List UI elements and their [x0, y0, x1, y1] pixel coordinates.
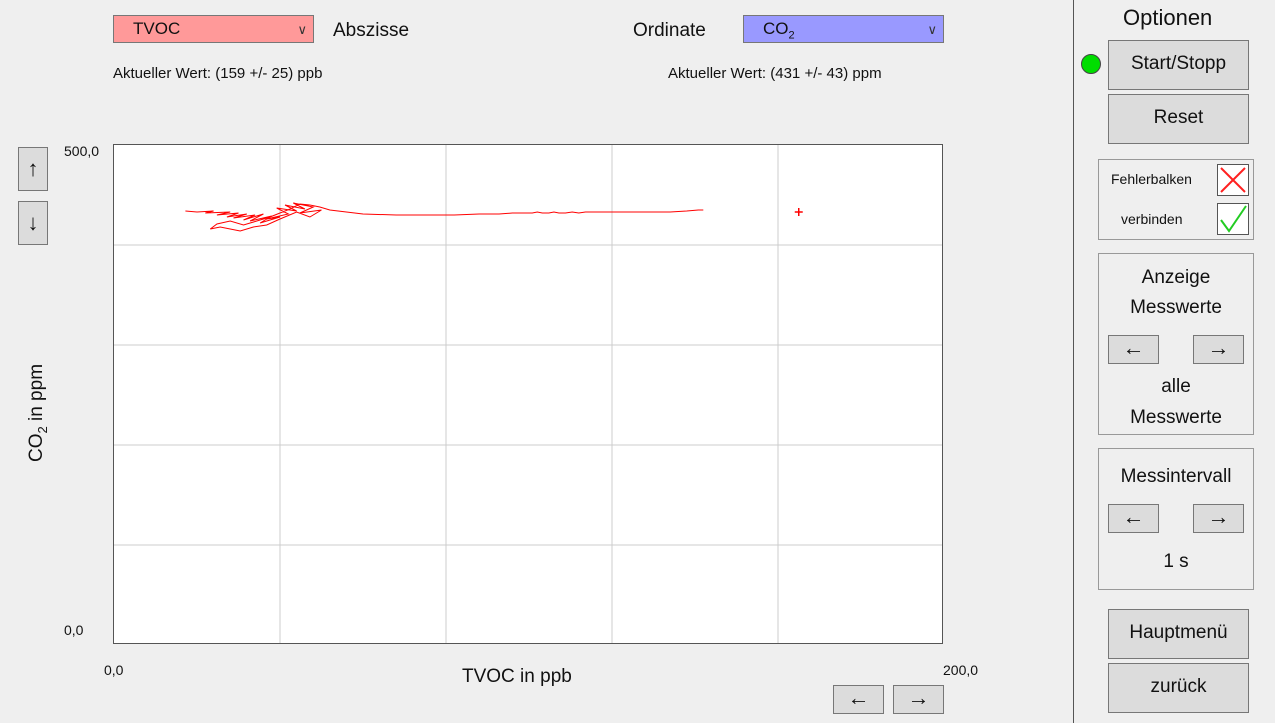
arrow-right-icon: →	[1207, 335, 1230, 360]
arrow-right-icon: →	[1207, 504, 1230, 529]
grid	[114, 145, 942, 643]
interval-prev-button[interactable]: ←	[1108, 504, 1159, 533]
back-button[interactable]: zurück	[1108, 663, 1249, 713]
y-axis-select-value: CO2	[763, 19, 795, 42]
display-next-button[interactable]: →	[1193, 335, 1244, 364]
last-point-marker	[794, 208, 803, 216]
error-bars-toggle[interactable]	[1217, 164, 1249, 196]
status-indicator	[1081, 54, 1101, 74]
x-axis-select-label: Abszisse	[333, 20, 410, 41]
connect-label: verbinden	[1121, 211, 1183, 227]
options-panel: Fehlerbalken verbinden	[1098, 159, 1254, 240]
sidebar-title: Optionen	[1123, 5, 1213, 30]
x-left-button[interactable]: ←	[833, 685, 884, 714]
cross-icon	[1220, 167, 1246, 193]
y-down-button[interactable]: ↓	[18, 201, 48, 245]
main-menu-button[interactable]: Hauptmenü	[1108, 609, 1249, 659]
reset-button[interactable]: Reset	[1108, 94, 1249, 144]
display-prev-button[interactable]: ←	[1108, 335, 1159, 364]
y-max-label: 500,0	[64, 143, 100, 159]
x-max-label: 200,0	[943, 662, 979, 678]
connect-toggle[interactable]	[1217, 203, 1249, 235]
x-axis-select-value: TVOC	[133, 19, 181, 38]
x-current-value: Aktueller Wert: (159 +/- 25) ppb	[113, 65, 323, 82]
y-up-button[interactable]: ↑	[18, 147, 48, 191]
display-value-1: alle	[1161, 376, 1191, 397]
interval-value: 1 s	[1163, 551, 1189, 572]
checkmark-icon	[1220, 205, 1247, 233]
interval-panel: Messintervall ← → 1 s	[1098, 448, 1254, 590]
arrow-left-icon: ←	[1122, 504, 1145, 529]
x-right-button[interactable]: →	[893, 685, 944, 714]
interval-title: Messintervall	[1120, 466, 1232, 487]
x-axis-select[interactable]: TVOC ∨	[113, 15, 314, 43]
y-min-label: 0,0	[64, 622, 84, 638]
x-axis-label: TVOC in ppb	[462, 666, 572, 687]
arrow-down-icon: ↓	[27, 210, 39, 235]
start-stop-button[interactable]: Start/Stopp	[1108, 40, 1249, 90]
arrow-up-icon: ↑	[27, 156, 39, 181]
chevron-down-icon: ∨	[297, 22, 307, 37]
sidebar-divider	[1073, 0, 1074, 723]
error-bars-label: Fehlerbalken	[1111, 171, 1192, 187]
y-axis-select[interactable]: CO2 ∨	[743, 15, 944, 43]
chevron-down-icon: ∨	[927, 22, 937, 37]
y-axis-label: CO2 in ppm	[26, 363, 50, 463]
display-title-1: Anzeige	[1141, 267, 1211, 288]
plot-area	[113, 144, 943, 644]
interval-next-button[interactable]: →	[1193, 504, 1244, 533]
x-min-label: 0,0	[104, 662, 124, 678]
arrow-left-icon: ←	[847, 685, 870, 710]
y-axis-select-label: Ordinate	[633, 20, 706, 41]
series-line	[185, 202, 704, 232]
arrow-right-icon: →	[907, 685, 930, 710]
display-panel: Anzeige Messwerte ← → alle Messwerte	[1098, 253, 1254, 435]
y-current-value: Aktueller Wert: (431 +/- 43) ppm	[668, 65, 882, 82]
display-value-2: Messwerte	[1130, 407, 1222, 428]
arrow-left-icon: ←	[1122, 335, 1145, 360]
display-title-2: Messwerte	[1130, 297, 1222, 318]
